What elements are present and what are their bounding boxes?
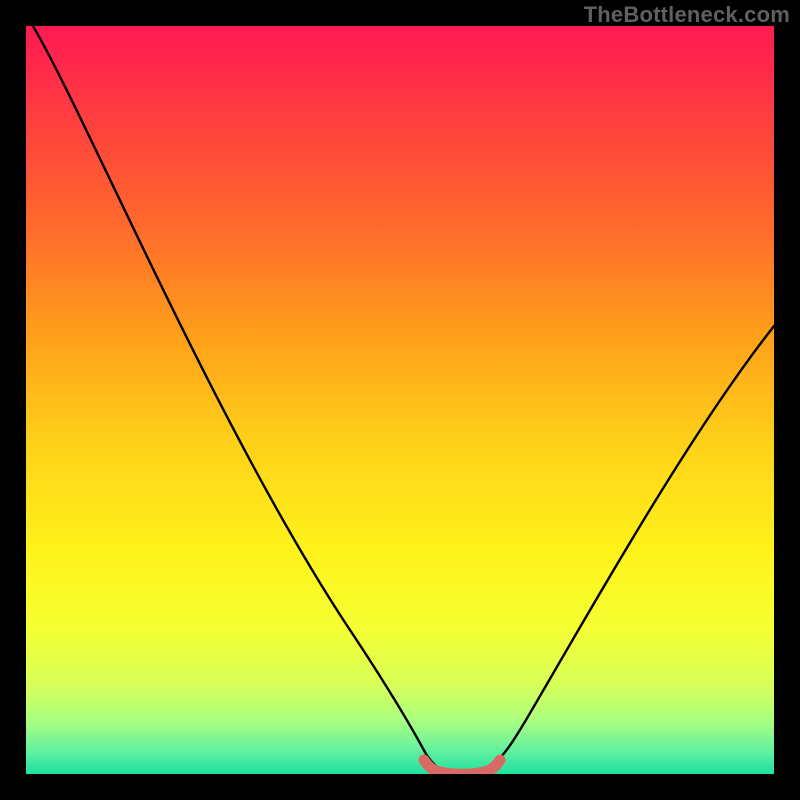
gradient-background bbox=[26, 26, 774, 774]
chart-container: TheBottleneck.com bbox=[0, 0, 800, 800]
watermark-text: TheBottleneck.com bbox=[584, 2, 790, 28]
bottleneck-plot bbox=[26, 26, 774, 774]
plot-frame bbox=[26, 26, 774, 774]
